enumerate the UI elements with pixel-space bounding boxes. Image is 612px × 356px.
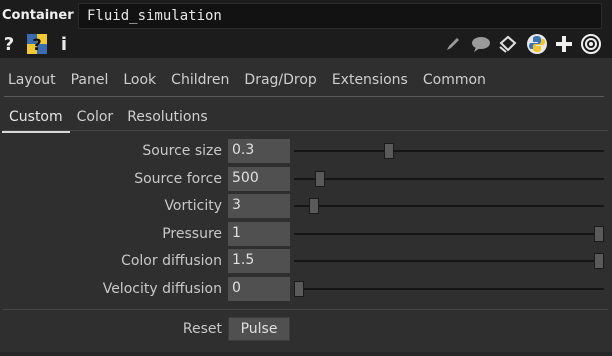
slider-handle[interactable] xyxy=(384,143,394,159)
icon-toolbar: ? ? i xyxy=(0,32,612,58)
reset-label: Reset xyxy=(182,321,222,337)
target-icon[interactable] xyxy=(580,32,602,56)
info-icon[interactable]: i xyxy=(58,32,70,56)
param-slider-track[interactable] xyxy=(294,171,604,187)
section-divider xyxy=(2,309,608,310)
component-name-field[interactable]: Fluid_simulation xyxy=(78,3,602,29)
param-pressure: Pressure 1 xyxy=(0,222,612,246)
tab-custom[interactable]: Custom xyxy=(2,106,70,133)
header-bar: Container Fluid_simulation xyxy=(0,0,612,32)
param-source-force: Source force 500 xyxy=(0,167,612,191)
python-help-icon[interactable]: ? xyxy=(26,32,48,56)
param-label: Source force xyxy=(134,171,222,187)
pencil-icon[interactable] xyxy=(444,32,462,56)
param-label: Velocity diffusion xyxy=(102,281,222,297)
param-velocity-diffusion: Velocity diffusion 0 xyxy=(0,277,612,301)
slider-handle[interactable] xyxy=(594,226,604,242)
tab-children[interactable]: Children xyxy=(163,68,236,94)
param-value-field[interactable]: 3 xyxy=(228,194,290,218)
component-type: Container xyxy=(2,8,74,23)
tab-color[interactable]: Color xyxy=(70,106,121,131)
tab-resolutions[interactable]: Resolutions xyxy=(120,106,214,131)
param-value-field[interactable]: 0.3 xyxy=(228,139,290,163)
clone-icon[interactable] xyxy=(497,32,519,56)
comment-icon[interactable] xyxy=(470,32,492,56)
param-label: Source size xyxy=(142,143,222,159)
param-color-diffusion: Color diffusion 1.5 xyxy=(0,249,612,273)
param-value-field[interactable]: 500 xyxy=(228,167,290,191)
param-slider-track[interactable] xyxy=(294,226,604,242)
tab-panel[interactable]: Panel xyxy=(63,68,116,94)
tab-look[interactable]: Look xyxy=(115,68,163,94)
page-tabs: Layout Panel Look Children Drag/Drop Ext… xyxy=(0,68,493,94)
param-slider-track[interactable] xyxy=(294,143,604,159)
param-value-field[interactable]: 1.5 xyxy=(228,249,290,273)
python-icon[interactable] xyxy=(526,32,548,56)
tab-common[interactable]: Common xyxy=(415,68,493,94)
add-icon[interactable] xyxy=(554,32,574,56)
param-value-field[interactable]: 1 xyxy=(228,222,290,246)
pulse-button[interactable]: Pulse xyxy=(228,317,290,341)
tab-drag-drop[interactable]: Drag/Drop xyxy=(236,68,323,94)
slider-handle[interactable] xyxy=(309,198,319,214)
svg-text:?: ? xyxy=(32,35,41,54)
custom-page-tabs: Custom Color Resolutions xyxy=(2,106,215,133)
subtabs-divider xyxy=(2,130,608,131)
tab-layout[interactable]: Layout xyxy=(0,68,63,94)
param-slider-track[interactable] xyxy=(294,281,604,297)
parameter-dialog: Container Fluid_simulation ? ? i Layout … xyxy=(0,0,612,356)
help-icon[interactable]: ? xyxy=(2,32,16,56)
slider-handle[interactable] xyxy=(315,171,325,187)
param-slider-track[interactable] xyxy=(294,198,604,214)
param-label: Pressure xyxy=(162,226,222,242)
slider-handle[interactable] xyxy=(594,253,604,269)
param-slider-track[interactable] xyxy=(294,253,604,269)
param-vorticity: Vorticity 3 xyxy=(0,194,612,218)
slider-handle[interactable] xyxy=(294,281,304,297)
bottom-border xyxy=(0,352,612,356)
param-source-size: Source size 0.3 xyxy=(0,139,612,163)
param-label: Color diffusion xyxy=(121,253,222,269)
tab-extensions[interactable]: Extensions xyxy=(324,68,415,94)
param-label: Vorticity xyxy=(164,198,222,214)
param-value-field[interactable]: 0 xyxy=(228,277,290,301)
tabs-divider xyxy=(4,96,604,97)
